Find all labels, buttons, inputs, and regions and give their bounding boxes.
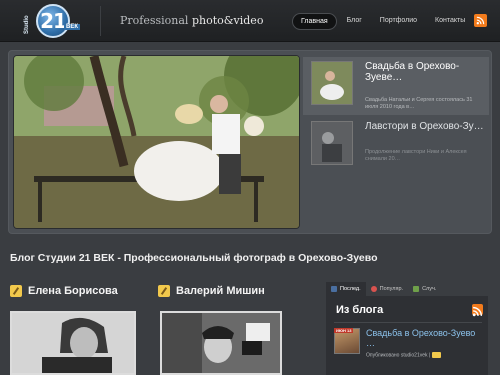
blog-post-meta: Опубликовано studio21vek | <box>366 352 442 359</box>
wedding-photo-image <box>14 56 299 228</box>
tagline-plain: Professional <box>120 14 192 27</box>
site-logo[interactable]: Studio 21 ВЕК <box>22 4 84 38</box>
tab-popular[interactable]: Популяр. <box>366 282 408 296</box>
slider-item-title[interactable]: Лавстори в Орехово-Зу… <box>365 121 485 132</box>
author-photo-2[interactable] <box>160 311 282 375</box>
slider-item-1[interactable]: Свадьба в Орехово-Зуеве… Свадьба Натальи… <box>303 57 489 115</box>
blog-post-date: ИЮН 13 <box>334 328 354 333</box>
recent-icon <box>331 286 337 292</box>
slider-active-arrow <box>303 80 309 92</box>
site-tagline: Professional photo&video <box>120 14 263 27</box>
blog-widget: Из блога ИЮН 13 Свадьба в Орехово-Зуево … <box>326 296 488 375</box>
pencil-icon <box>10 285 22 297</box>
slider-item-title[interactable]: Свадьба в Орехово-Зуеве… <box>365 61 485 83</box>
tab-label: Послед. <box>340 286 361 292</box>
nav-item-home[interactable]: Главная <box>292 13 337 30</box>
logo-circle: 21 <box>36 4 70 38</box>
site-header: Studio 21 ВЕК Professional photo&video Г… <box>0 0 500 42</box>
tab-random[interactable]: Случ. <box>408 282 441 296</box>
author-photo-image <box>12 313 134 373</box>
author-name[interactable]: Валерий Мишин <box>176 285 265 297</box>
rss-icon[interactable] <box>474 14 487 27</box>
slider-item-thumbnail <box>311 121 353 165</box>
slider-item-excerpt: Продолжение лавстори Ники и Алексея сним… <box>365 149 467 162</box>
nav-item-portfolio[interactable]: Портфолио <box>372 13 425 30</box>
blog-post-title[interactable]: Свадьба в Орехово-Зуево … <box>366 328 484 348</box>
nav-item-blog[interactable]: Блог <box>339 13 370 30</box>
blog-widget-title: Из блога <box>336 304 384 316</box>
author-photo-image <box>162 313 280 373</box>
heart-icon <box>370 286 377 292</box>
author-heading-1: Елена Борисова <box>10 285 118 297</box>
slider-item-excerpt: Свадьба Натальи и Сергея состоялась 31 и… <box>365 97 473 110</box>
slider-item-2[interactable]: Лавстори в Орехово-Зу… Продолжение лавст… <box>303 117 489 175</box>
nav-item-contacts[interactable]: Контакты <box>427 13 473 30</box>
rss-glyph-icon <box>472 306 483 317</box>
featured-photo[interactable] <box>13 55 300 229</box>
author-photo-1[interactable] <box>10 311 136 375</box>
main-nav: Главная Блог Портфолио Контакты <box>292 13 475 30</box>
rss-icon[interactable] <box>472 304 483 317</box>
pencil-icon <box>158 285 170 297</box>
slider-item-thumbnail <box>311 61 353 105</box>
logo-vek-text: ВЕК <box>64 24 80 30</box>
header-divider <box>100 6 101 36</box>
thumbnail-image <box>312 62 352 104</box>
blog-divider <box>334 322 482 323</box>
logo-studio-text: Studio <box>24 15 30 34</box>
tab-recent[interactable]: Послед. <box>326 282 366 296</box>
author-heading-2: Валерий Мишин <box>158 285 265 297</box>
tagline-bold: photo&video <box>191 14 264 27</box>
author-name[interactable]: Елена Борисова <box>28 285 118 297</box>
tab-label: Популяр. <box>379 286 404 292</box>
sidebar-tabs: Послед. Популяр. Случ. <box>326 282 494 296</box>
comment-icon[interactable] <box>432 352 442 358</box>
logo-number: 21 <box>40 9 67 33</box>
blog-post-meta-text: Опубликовано studio21vek | <box>366 352 431 359</box>
tab-label: Случ. <box>422 286 437 292</box>
thumbnail-image <box>312 122 352 164</box>
page-title: Блог Студии 21 ВЕК - Профессиональный фо… <box>10 252 378 264</box>
rss-glyph-icon <box>476 16 485 25</box>
random-icon <box>413 286 420 292</box>
